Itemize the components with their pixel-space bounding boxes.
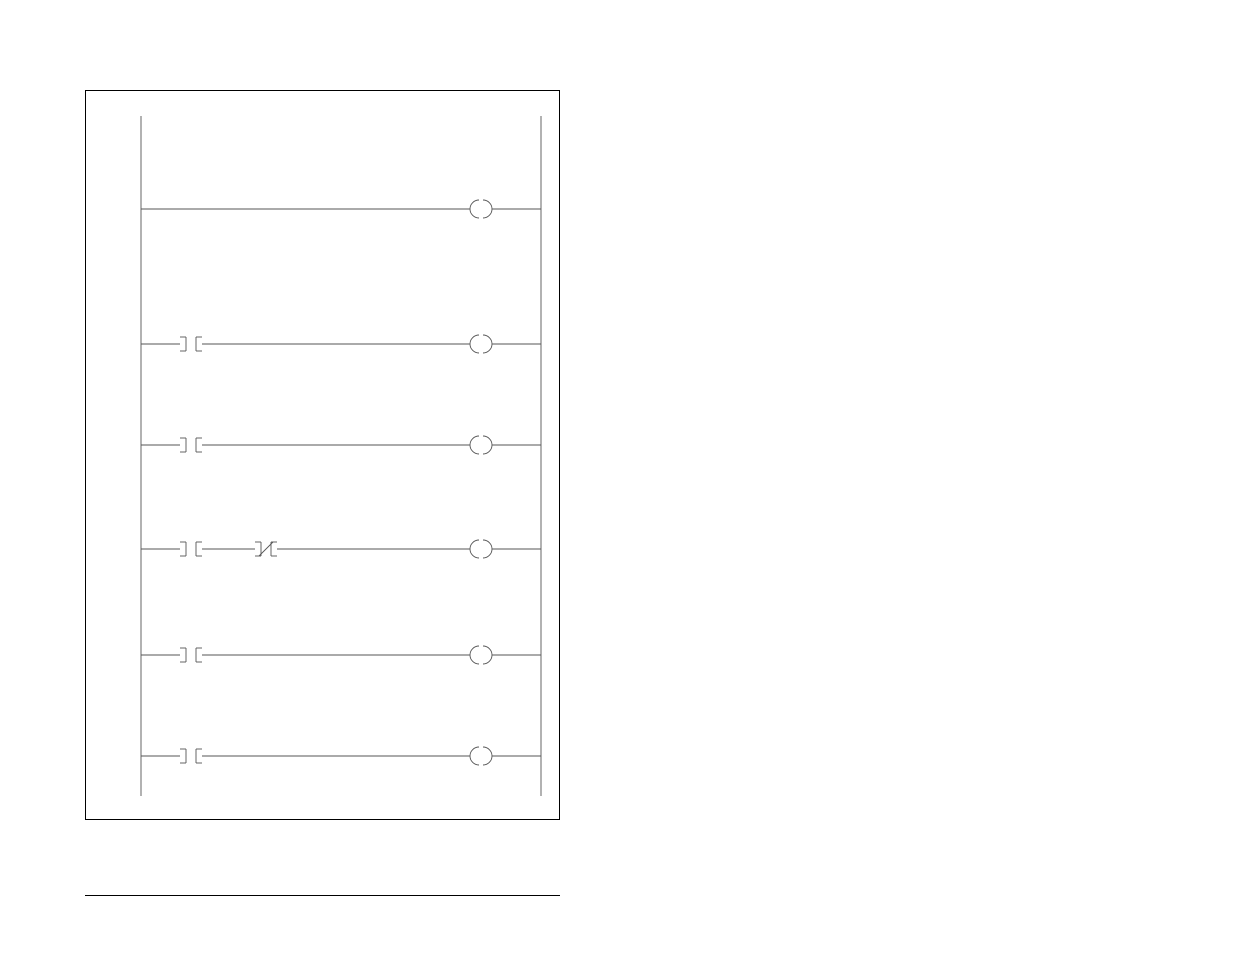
separator-rule: [85, 895, 560, 896]
diagram-frame: [85, 90, 560, 820]
ladder-diagram: [86, 91, 561, 821]
